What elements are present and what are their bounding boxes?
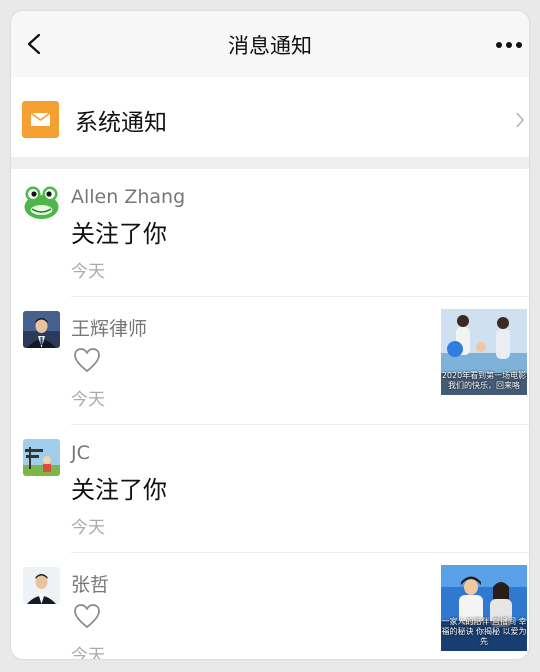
thumbnail-caption: 2020年看到第一场电影 我们的快乐，回来咯 xyxy=(441,371,527,390)
heart-icon xyxy=(74,604,100,628)
man-suit-avatar[interactable] xyxy=(23,567,60,604)
heart-icon xyxy=(74,348,100,372)
mail-icon xyxy=(22,101,59,138)
notification-item[interactable]: Allen Zhang 关注了你 今天 xyxy=(11,169,529,297)
system-notification-row[interactable]: 系统通知 xyxy=(11,77,529,157)
man-suit-avatar[interactable] xyxy=(23,311,60,348)
notification-item[interactable]: JC 关注了你 今天 xyxy=(11,425,529,553)
notification-action-text: 关注了你 xyxy=(71,476,167,504)
notification-action-text: 关注了你 xyxy=(71,220,167,248)
nav-bar: 消息通知 xyxy=(11,11,529,77)
page-title: 消息通知 xyxy=(228,34,312,58)
notification-list: Allen Zhang 关注了你 今天 王辉律师 今天 2020年看到第一场电影… xyxy=(11,169,529,659)
notification-time: 今天 xyxy=(71,390,105,410)
cartoon-avatar[interactable] xyxy=(23,439,60,476)
post-thumbnail[interactable]: 2020年看到第一场电影 我们的快乐，回来咯 xyxy=(441,309,527,395)
notification-time: 今天 xyxy=(71,646,105,659)
section-divider xyxy=(11,157,529,169)
chevron-right-icon xyxy=(516,112,525,128)
notification-item[interactable]: 张哲 今天 一家人的陪伴 直播间 幸福的秘诀 你揭秘 以爱为先 xyxy=(11,553,529,659)
thumbnail-caption: 一家人的陪伴 直播间 幸福的秘诀 你揭秘 以爱为先 xyxy=(441,617,527,646)
frog-avatar[interactable] xyxy=(23,183,60,220)
notification-user-name[interactable]: JC xyxy=(71,442,90,464)
notification-user-name[interactable]: 王辉律师 xyxy=(71,314,147,341)
notification-user-name[interactable]: 张哲 xyxy=(71,570,109,597)
notification-item[interactable]: 王辉律师 今天 2020年看到第一场电影 我们的快乐，回来咯 xyxy=(11,297,529,425)
more-dots-icon[interactable] xyxy=(495,41,523,49)
post-thumbnail[interactable]: 一家人的陪伴 直播间 幸福的秘诀 你揭秘 以爱为先 xyxy=(441,565,527,651)
notification-time: 今天 xyxy=(71,262,105,282)
system-notification-label: 系统通知 xyxy=(75,110,167,136)
notification-user-name[interactable]: Allen Zhang xyxy=(71,186,185,208)
notification-time: 今天 xyxy=(71,518,105,538)
app-frame: 消息通知 系统通知 Allen Zhang 关注了你 今天 王辉律师 今天 20… xyxy=(11,11,529,659)
